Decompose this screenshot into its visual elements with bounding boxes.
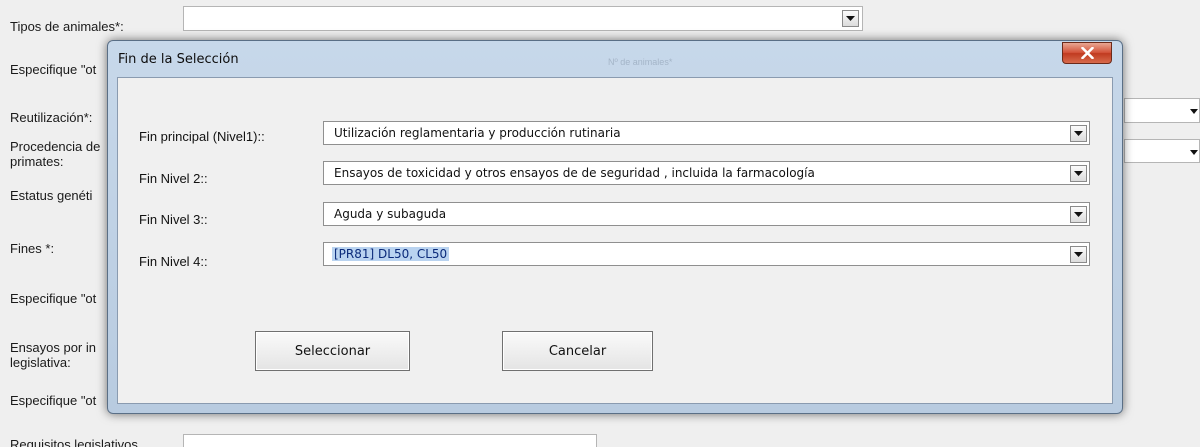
label-estatus-genetico: Estatus genéti bbox=[10, 188, 93, 203]
chevron-down-icon[interactable] bbox=[1070, 206, 1087, 223]
fin-nivel-4-value: [PR81] DL50, CL50 bbox=[332, 247, 450, 261]
label-fin-nivel-2: Fin Nivel 2:: bbox=[139, 171, 208, 186]
fin-nivel-3-value: Aguda y subaguda bbox=[334, 207, 447, 221]
label-fin-nivel-3: Fin Nivel 3:: bbox=[139, 212, 208, 227]
chevron-down-icon[interactable] bbox=[1070, 246, 1087, 263]
label-procedencia-line1: Procedencia de bbox=[10, 139, 101, 154]
fin-principal-value: Utilización reglamentaria y producción r… bbox=[334, 126, 621, 140]
chevron-down-icon[interactable] bbox=[1189, 106, 1199, 116]
requisitos-legislativos-select[interactable] bbox=[183, 434, 597, 447]
label-fin-nivel-4: Fin Nivel 4:: bbox=[139, 254, 208, 269]
dialog-titlebar[interactable]: Fin de la Selección Nº de animales* bbox=[108, 41, 1122, 77]
chevron-down-icon[interactable] bbox=[842, 10, 859, 27]
label-fines: Fines *: bbox=[10, 241, 55, 256]
fin-seleccion-dialog: Fin de la Selección Nº de animales* Fin … bbox=[107, 40, 1123, 414]
seleccionar-button-label: Seleccionar bbox=[294, 343, 371, 359]
label-fin-principal: Fin principal (Nivel1):: bbox=[139, 129, 265, 144]
chevron-down-icon[interactable] bbox=[1070, 165, 1087, 182]
fin-nivel-3-select[interactable]: Aguda y subaguda bbox=[323, 202, 1090, 226]
faded-background-header: Nº de animales* bbox=[608, 57, 673, 67]
reutilizacion-select[interactable] bbox=[1124, 98, 1200, 123]
label-reutilizacion: Reutilización*: bbox=[10, 110, 93, 125]
dialog-content: Fin principal (Nivel1):: Utilización reg… bbox=[117, 77, 1113, 404]
dialog-title: Fin de la Selección bbox=[118, 52, 239, 67]
label-requisitos-legislativos: Requisitos legislativos bbox=[10, 437, 138, 447]
label-especifique-otros-3: Especifique "ot bbox=[10, 393, 97, 408]
cancelar-button-label: Cancelar bbox=[548, 343, 607, 359]
fin-principal-select[interactable]: Utilización reglamentaria y producción r… bbox=[323, 121, 1090, 145]
chevron-down-icon[interactable] bbox=[1189, 147, 1199, 157]
chevron-down-icon[interactable] bbox=[1070, 125, 1087, 142]
label-especifique-otros-1: Especifique "ot bbox=[10, 62, 97, 77]
close-icon bbox=[1080, 47, 1094, 59]
label-tipos-animales: Tipos de animales*: bbox=[10, 19, 124, 34]
seleccionar-button[interactable]: Seleccionar bbox=[255, 331, 410, 371]
procedencia-select[interactable] bbox=[1124, 139, 1200, 163]
tipos-animales-select[interactable] bbox=[183, 6, 863, 31]
cancelar-button[interactable]: Cancelar bbox=[502, 331, 653, 371]
fin-nivel-4-select[interactable]: [PR81] DL50, CL50 bbox=[323, 242, 1090, 266]
fin-nivel-2-value: Ensayos de toxicidad y otros ensayos de … bbox=[334, 166, 815, 180]
label-ensayos-line1: Ensayos por in bbox=[10, 340, 96, 355]
fin-nivel-2-select[interactable]: Ensayos de toxicidad y otros ensayos de … bbox=[323, 161, 1090, 185]
label-especifique-otros-2: Especifique "ot bbox=[10, 291, 97, 306]
label-procedencia-line2: primates: bbox=[10, 154, 64, 169]
label-ensayos-line2: legislativa: bbox=[10, 355, 71, 370]
close-button[interactable] bbox=[1062, 42, 1112, 64]
